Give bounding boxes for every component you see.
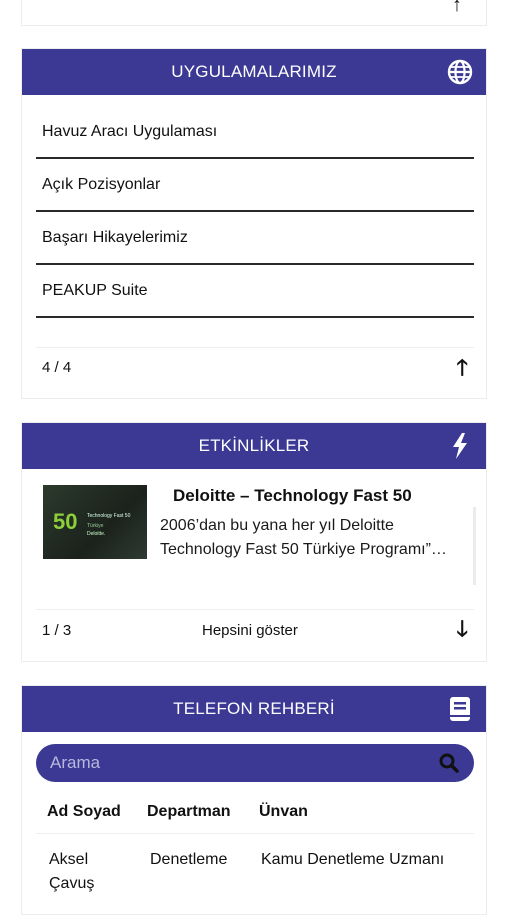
app-item-acik-pozisyonlar[interactable]: Açık Pozisyonlar bbox=[36, 159, 474, 212]
globe-icon bbox=[447, 59, 473, 85]
event-description: 2006’dan bu yana her yıl Deloitte Techno… bbox=[160, 514, 472, 562]
event-desc-line: 2006’dan bu yana her yıl Deloitte bbox=[160, 517, 394, 534]
events-card: ETKİNLİKLER 50 Technology Fast 50 Türkiy… bbox=[21, 422, 487, 662]
column-header[interactable]: Ad Soyad bbox=[47, 803, 147, 821]
events-title: ETKİNLİKLER bbox=[198, 436, 310, 455]
app-item-label: Açık Pozisyonlar bbox=[42, 175, 161, 193]
app-item-label: Havuz Aracı Uygulaması bbox=[42, 122, 218, 140]
cell-name-line: Çavuş bbox=[49, 875, 95, 892]
phonebook-table: Ad Soyad Departman Ünvan Aksel Çavuş Den… bbox=[36, 790, 474, 896]
cell-name: Aksel Çavuş bbox=[49, 848, 150, 896]
search-bar bbox=[36, 744, 474, 782]
events-header: ETKİNLİKLER bbox=[22, 423, 486, 469]
apps-title: UYGULAMALARIMIZ bbox=[171, 62, 337, 81]
column-header[interactable]: Departman bbox=[147, 803, 259, 821]
arrow-down-icon[interactable]: 🡓 bbox=[457, 612, 468, 650]
event-item[interactable]: 50 Technology Fast 50 Türkiye Deloitte. … bbox=[30, 481, 478, 581]
event-scrollbar[interactable] bbox=[473, 507, 476, 585]
search-icon[interactable] bbox=[438, 752, 460, 774]
table-row[interactable]: Aksel Çavuş Denetleme Kamu Denetleme Uzm… bbox=[36, 834, 474, 896]
event-thumbnail: 50 Technology Fast 50 Türkiye Deloitte. bbox=[43, 485, 147, 559]
thumb-text: Deloitte. bbox=[87, 531, 106, 537]
app-item-havuz[interactable]: Havuz Aracı Uygulaması bbox=[36, 106, 474, 159]
app-item-peakup-suite[interactable]: PEAKUP Suite bbox=[36, 265, 474, 318]
thumb-text: Türkiye bbox=[87, 523, 104, 529]
event-desc-line: Technology Fast 50 Türkiye Programı”… bbox=[160, 541, 447, 558]
thumb-number: 50 bbox=[53, 509, 78, 534]
cell-department: Denetleme bbox=[150, 851, 228, 868]
app-item-label: PEAKUP Suite bbox=[42, 281, 148, 299]
apps-card: UYGULAMALARIMIZ Havuz Aracı Uygulaması A… bbox=[21, 48, 487, 399]
apps-page-count: 4 / 4 bbox=[42, 359, 72, 376]
app-item-label: Başarı Hikayelerimiz bbox=[42, 228, 188, 246]
previous-card: ↑ bbox=[21, 0, 487, 26]
search-input[interactable] bbox=[50, 753, 438, 773]
arrow-up-icon[interactable]: 🡑 bbox=[457, 356, 468, 379]
phonebook-header: TELEFON REHBERİ bbox=[22, 686, 486, 732]
show-all-link[interactable]: Hepsini göster bbox=[182, 622, 457, 639]
event-title: Deloitte – Technology Fast 50 bbox=[173, 486, 412, 505]
thumb-text: Technology Fast 50 bbox=[87, 513, 131, 519]
column-header[interactable]: Ünvan bbox=[259, 803, 474, 821]
apps-pager: 4 / 4 🡑 bbox=[36, 347, 474, 387]
table-header: Ad Soyad Departman Ünvan bbox=[36, 790, 474, 834]
events-page-count: 1 / 3 bbox=[42, 622, 72, 639]
phonebook-title: TELEFON REHBERİ bbox=[173, 699, 335, 718]
phonebook-card: TELEFON REHBERİ Ad Soyad Departman Ünvan bbox=[21, 685, 487, 915]
cell-title: Kamu Denetleme Uzmanı bbox=[261, 851, 445, 868]
apps-header: UYGULAMALARIMIZ bbox=[22, 49, 486, 95]
lightning-icon bbox=[447, 433, 473, 459]
events-pager: 1 / 3 Hepsini göster 🡓 bbox=[36, 609, 474, 651]
book-icon bbox=[447, 696, 473, 722]
arrow-up-icon[interactable]: ↑ bbox=[452, 0, 462, 17]
cell-name-line: Aksel bbox=[49, 851, 89, 868]
app-item-basari-hikayelerimiz[interactable]: Başarı Hikayelerimiz bbox=[36, 212, 474, 265]
